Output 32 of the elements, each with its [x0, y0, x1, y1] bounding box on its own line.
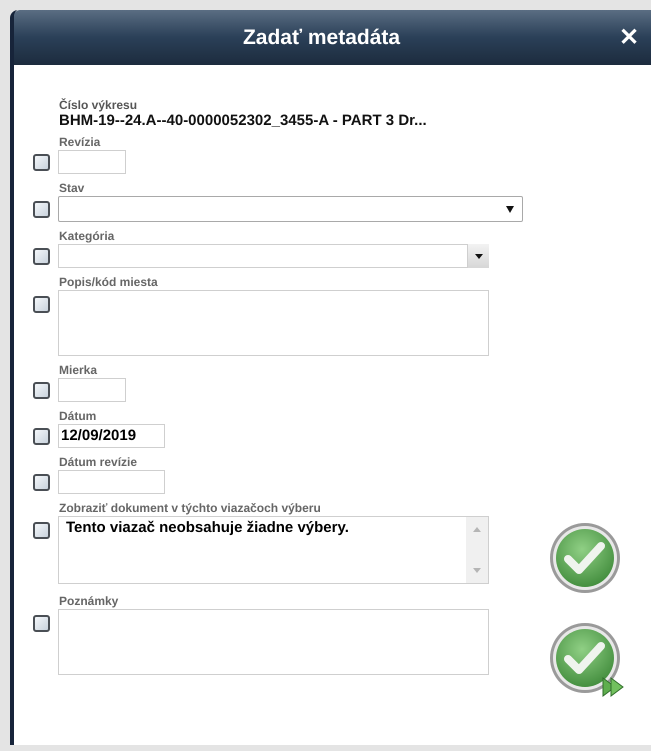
field-label: Revízia [58, 135, 102, 149]
checkbox[interactable] [33, 615, 50, 632]
checkbox[interactable] [33, 200, 50, 218]
input-field[interactable] [58, 150, 126, 174]
checkbox[interactable] [33, 382, 50, 398]
field-label: Mierka [58, 363, 98, 377]
window-title: Zadať metadáta [242, 24, 402, 51]
field-label: Stav [58, 181, 86, 195]
dropdown-button[interactable] [468, 244, 489, 268]
field-label: Dátum revízie [58, 455, 138, 469]
field-label: Poznámky [58, 594, 120, 608]
list-box[interactable]: Tento viazač neobsahuje žiadne výbery. [58, 516, 489, 584]
caret-icon [506, 206, 514, 212]
combo-field[interactable] [58, 244, 468, 268]
close-button[interactable]: ✕ [609, 20, 649, 56]
field-label: Popis/kód miesta [58, 275, 159, 289]
field-label: Dátum [58, 409, 98, 423]
caret-icon [474, 254, 482, 258]
checkbox[interactable] [33, 474, 50, 490]
field-label: Zobraziť dokument v týchto viazačoch výberu [58, 501, 322, 515]
dropdown[interactable] [58, 196, 523, 222]
input-field[interactable] [58, 378, 126, 402]
checkbox[interactable] [33, 248, 50, 264]
checkbox[interactable] [33, 296, 50, 313]
date-field[interactable]: 12/09/2019 [58, 424, 165, 448]
field-label: Číslo výkresu [59, 98, 138, 112]
checkbox[interactable] [33, 522, 50, 539]
checkbox[interactable] [33, 428, 50, 444]
field-label: Kategória [58, 229, 116, 243]
drawing-number: BHM-19--24.A--40-0000052302_3455-A - PART 3 Dr... [59, 112, 428, 130]
date-field[interactable] [58, 470, 165, 494]
checkbox[interactable] [33, 154, 50, 170]
